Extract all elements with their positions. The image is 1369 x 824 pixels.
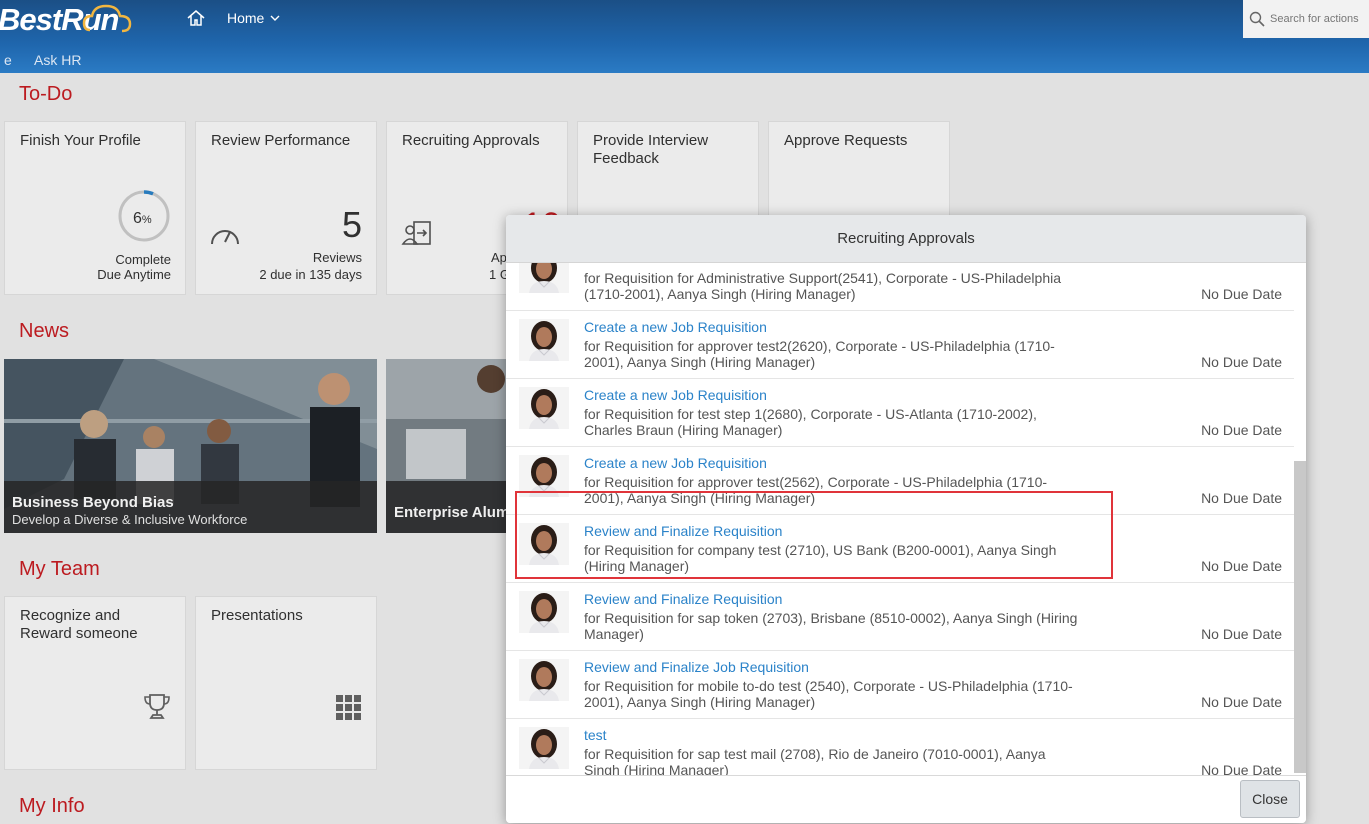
search-placeholder: Search for actions <box>1270 13 1359 25</box>
item-due-date: No Due Date <box>1201 286 1282 302</box>
list-item[interactable]: Review and Finalize Job Requisition for … <box>506 651 1294 719</box>
item-title-link[interactable]: test <box>584 727 607 743</box>
dialog-header: Recruiting Approvals <box>506 215 1306 263</box>
item-title-link[interactable]: Create a new Job Requisition <box>584 455 767 471</box>
dialog-footer: Close <box>506 775 1306 823</box>
subnav-item-partial[interactable]: e <box>4 52 12 68</box>
home-menu[interactable]: Home <box>227 10 280 26</box>
approval-list: for Requisition for Administrative Suppo… <box>506 263 1294 775</box>
item-due-date: No Due Date <box>1201 558 1282 574</box>
dialog-body: for Requisition for Administrative Suppo… <box>506 263 1306 775</box>
item-title-link[interactable]: Review and Finalize Requisition <box>584 523 782 539</box>
avatar <box>519 319 569 361</box>
dialog-title: Recruiting Approvals <box>837 230 975 247</box>
scrollbar-thumb[interactable] <box>1294 461 1306 773</box>
list-item[interactable]: Review and Finalize Requisition for Requ… <box>506 583 1294 651</box>
item-due-date: No Due Date <box>1201 762 1282 775</box>
item-due-date: No Due Date <box>1201 354 1282 370</box>
item-title-link[interactable]: Review and Finalize Requisition <box>584 591 782 607</box>
list-item[interactable]: test for Requisition for sap test mail (… <box>506 719 1294 775</box>
item-description: for Requisition for test step 1(2680), C… <box>584 406 1037 438</box>
list-item[interactable]: Create a new Job Requisition for Requisi… <box>506 447 1294 515</box>
item-title-link[interactable]: Create a new Job Requisition <box>584 387 767 403</box>
avatar <box>519 523 569 565</box>
item-title-link[interactable]: Create a new Job Requisition <box>584 319 767 335</box>
shell-header: BestRun Home e Ask HR Search for actions <box>0 0 1369 73</box>
avatar <box>519 387 569 429</box>
avatar <box>519 263 569 293</box>
avatar <box>519 659 569 701</box>
item-due-date: No Due Date <box>1201 422 1282 438</box>
list-item[interactable]: for Requisition for Administrative Suppo… <box>506 263 1294 311</box>
item-description: for Requisition for mobile to-do test (2… <box>584 678 1073 710</box>
item-due-date: No Due Date <box>1201 694 1282 710</box>
close-button[interactable]: Close <box>1240 780 1300 818</box>
avatar <box>519 591 569 633</box>
list-item[interactable]: Review and Finalize Requisition for Requ… <box>506 515 1294 583</box>
recruiting-approvals-dialog: Recruiting Approvals for Requisition for… <box>506 215 1306 823</box>
item-due-date: No Due Date <box>1201 626 1282 642</box>
avatar <box>519 727 569 769</box>
list-item[interactable]: Create a new Job Requisition for Requisi… <box>506 379 1294 447</box>
home-menu-label: Home <box>227 10 265 26</box>
logo-cloud-icon <box>82 4 132 33</box>
subnav-item-ask-hr[interactable]: Ask HR <box>34 52 81 68</box>
item-description: for Requisition for sap token (2703), Br… <box>584 610 1078 642</box>
search-input[interactable]: Search for actions <box>1243 0 1369 38</box>
item-description: for Requisition for approver test(2562),… <box>584 474 1048 506</box>
list-item[interactable]: Create a new Job Requisition for Requisi… <box>506 311 1294 379</box>
item-description: for Requisition for Administrative Suppo… <box>584 270 1062 302</box>
item-title-link[interactable]: Review and Finalize Job Requisition <box>584 659 809 675</box>
chevron-down-icon <box>270 15 280 21</box>
home-icon[interactable] <box>186 8 206 28</box>
item-description: for Requisition for approver test2(2620)… <box>584 338 1055 370</box>
avatar <box>519 455 569 497</box>
search-icon <box>1249 11 1265 27</box>
item-description: for Requisition for company test (2710),… <box>584 542 1057 574</box>
item-description: for Requisition for sap test mail (2708)… <box>584 746 1046 775</box>
item-due-date: No Due Date <box>1201 490 1282 506</box>
